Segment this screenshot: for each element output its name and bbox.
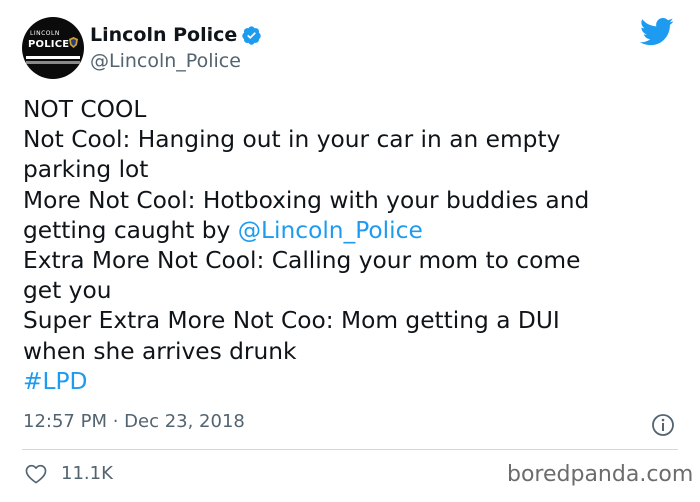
timestamp[interactable]: 12:57 PM · Dec 23, 2018 — [23, 411, 245, 432]
avatar-stripe — [26, 56, 80, 59]
divider — [22, 449, 678, 450]
avatar[interactable]: LINCOLN POLICE — [22, 17, 84, 79]
tweet-line: Extra More Not Cool: Calling your mom to… — [23, 247, 581, 275]
name-row: Lincoln Police — [90, 23, 262, 47]
avatar-text-main: POLICE — [28, 39, 70, 50]
like-action[interactable]: 11.1K — [25, 463, 113, 484]
tweet-line: Super Extra More Not Coo: Mom getting a … — [23, 307, 560, 335]
like-count: 11.1K — [61, 463, 113, 484]
display-name[interactable]: Lincoln Police — [90, 24, 237, 46]
tweet-header: LINCOLN POLICE Lincoln Police @Lincoln_P… — [22, 17, 682, 81]
tweet-line: get you — [23, 277, 112, 305]
heart-icon[interactable] — [25, 464, 47, 484]
tweet-line: More Not Cool: Hotboxing with your buddi… — [23, 186, 590, 214]
handle[interactable]: @Lincoln_Police — [90, 50, 241, 72]
hashtag-link[interactable]: #LPD — [23, 367, 683, 397]
tweet-line: Not Cool: Hanging out in your car in an … — [23, 126, 561, 154]
avatar-stripe — [26, 61, 80, 64]
tweet-line-text: getting caught by — [23, 216, 238, 244]
twitter-bird-icon[interactable] — [640, 17, 674, 47]
avatar-text-top: LINCOLN — [30, 30, 60, 37]
tweet-line: parking lot — [23, 156, 149, 184]
police-badge-icon — [69, 37, 78, 48]
tweet-line: when she arrives drunk — [23, 337, 297, 365]
tweet-line: NOT COOL — [23, 96, 147, 123]
verified-badge-icon — [242, 25, 261, 45]
tweet-text: NOT COOL Not Cool: Hanging out in your c… — [23, 95, 683, 397]
mention-link[interactable]: @Lincoln_Police — [238, 217, 423, 244]
tweet-line: getting caught by @Lincoln_Police — [23, 216, 683, 246]
info-icon[interactable] — [651, 413, 675, 437]
watermark: boredpanda.com — [507, 462, 694, 487]
